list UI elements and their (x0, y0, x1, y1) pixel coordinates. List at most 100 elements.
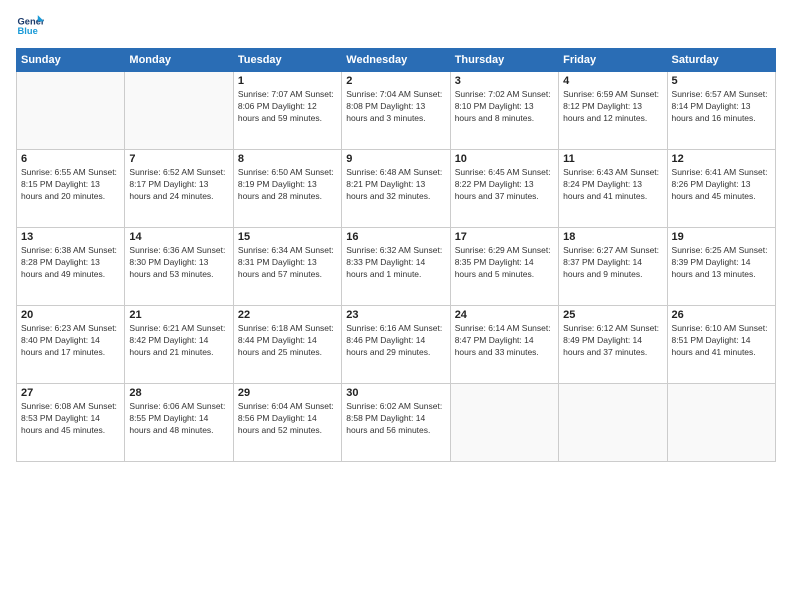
day-info: Sunrise: 6:27 AM Sunset: 8:37 PM Dayligh… (563, 245, 662, 281)
day-info: Sunrise: 6:02 AM Sunset: 8:58 PM Dayligh… (346, 401, 445, 437)
day-number: 8 (238, 153, 337, 165)
svg-text:Blue: Blue (18, 26, 38, 36)
calendar-day-cell: 1Sunrise: 7:07 AM Sunset: 8:06 PM Daylig… (233, 72, 341, 150)
calendar-day-cell: 10 Sunrise: 6:45 AM Sunset: 8:22 PM Dayli… (450, 150, 558, 228)
day-number: 11 (563, 153, 662, 165)
day-info: Sunrise: 6:04 AM Sunset: 8:56 PM Dayligh… (238, 401, 337, 437)
day-number: 15 (238, 231, 337, 243)
day-number: 4 (563, 75, 662, 87)
header: General Blue (16, 12, 776, 40)
day-info: Sunrise: 6:08 AM Sunset: 8:53 PM Dayligh… (21, 401, 120, 437)
calendar-week-row: 1Sunrise: 7:07 AM Sunset: 8:06 PM Daylig… (17, 72, 776, 150)
day-number: 5 (672, 75, 771, 87)
day-info: Sunrise: 6:52 AM Sunset: 8:17 PM Dayligh… (129, 167, 228, 203)
day-info: Sunrise: 6:25 AM Sunset: 8:39 PM Dayligh… (672, 245, 771, 281)
day-info: Sunrise: 6:16 AM Sunset: 8:46 PM Dayligh… (346, 323, 445, 359)
calendar-header-row: SundayMondayTuesdayWednesdayThursdayFrid… (17, 49, 776, 72)
day-info: Sunrise: 7:02 AM Sunset: 8:10 PM Dayligh… (455, 89, 554, 125)
calendar-day-cell: 9Sunrise: 6:48 AM Sunset: 8:21 PM Daylig… (342, 150, 450, 228)
calendar-day-cell (450, 384, 558, 462)
calendar-day-cell: 28 Sunrise: 6:06 AM Sunset: 8:55 PM Dayli… (125, 384, 233, 462)
calendar-day-cell: 5 Sunrise: 6:57 AM Sunset: 8:14 PM Daylig… (667, 72, 775, 150)
calendar-day-cell: 17Sunrise: 6:29 AM Sunset: 8:35 PM Dayli… (450, 228, 558, 306)
calendar-week-row: 13 Sunrise: 6:38 AM Sunset: 8:28 PM Dayli… (17, 228, 776, 306)
logo: General Blue (16, 12, 44, 40)
day-number: 28 (129, 387, 228, 399)
day-number: 16 (346, 231, 445, 243)
calendar-day-header: Thursday (450, 49, 558, 72)
calendar-day-cell: 27 Sunrise: 6:08 AM Sunset: 8:53 PM Dayli… (17, 384, 125, 462)
day-info: Sunrise: 6:36 AM Sunset: 8:30 PM Dayligh… (129, 245, 228, 281)
day-number: 27 (21, 387, 120, 399)
day-info: Sunrise: 6:41 AM Sunset: 8:26 PM Dayligh… (672, 167, 771, 203)
day-info: Sunrise: 6:50 AM Sunset: 8:19 PM Dayligh… (238, 167, 337, 203)
day-number: 6 (21, 153, 120, 165)
day-info: Sunrise: 6:34 AM Sunset: 8:31 PM Dayligh… (238, 245, 337, 281)
calendar-day-cell (125, 72, 233, 150)
day-number: 1 (238, 75, 337, 87)
day-info: Sunrise: 6:32 AM Sunset: 8:33 PM Dayligh… (346, 245, 445, 281)
calendar-week-row: 20 Sunrise: 6:23 AM Sunset: 8:40 PM Dayli… (17, 306, 776, 384)
calendar-day-header: Saturday (667, 49, 775, 72)
calendar-day-cell: 6 Sunrise: 6:55 AM Sunset: 8:15 PM Daylig… (17, 150, 125, 228)
day-number: 30 (346, 387, 445, 399)
calendar-day-header: Monday (125, 49, 233, 72)
day-number: 22 (238, 309, 337, 321)
day-number: 10 (455, 153, 554, 165)
day-number: 29 (238, 387, 337, 399)
calendar-week-row: 6 Sunrise: 6:55 AM Sunset: 8:15 PM Daylig… (17, 150, 776, 228)
calendar-day-cell (667, 384, 775, 462)
day-number: 12 (672, 153, 771, 165)
day-info: Sunrise: 6:21 AM Sunset: 8:42 PM Dayligh… (129, 323, 228, 359)
calendar-day-cell: 21 Sunrise: 6:21 AM Sunset: 8:42 PM Dayli… (125, 306, 233, 384)
calendar-day-cell: 3Sunrise: 7:02 AM Sunset: 8:10 PM Daylig… (450, 72, 558, 150)
day-info: Sunrise: 6:10 AM Sunset: 8:51 PM Dayligh… (672, 323, 771, 359)
day-info: Sunrise: 6:55 AM Sunset: 8:15 PM Dayligh… (21, 167, 120, 203)
calendar-day-header: Wednesday (342, 49, 450, 72)
calendar-day-cell: 23 Sunrise: 6:16 AM Sunset: 8:46 PM Dayli… (342, 306, 450, 384)
day-number: 14 (129, 231, 228, 243)
day-number: 21 (129, 309, 228, 321)
day-info: Sunrise: 6:38 AM Sunset: 8:28 PM Dayligh… (21, 245, 120, 281)
day-number: 7 (129, 153, 228, 165)
day-number: 2 (346, 75, 445, 87)
calendar-day-cell: 19 Sunrise: 6:25 AM Sunset: 8:39 PM Dayli… (667, 228, 775, 306)
calendar-day-cell: 20 Sunrise: 6:23 AM Sunset: 8:40 PM Dayli… (17, 306, 125, 384)
calendar-day-cell: 11 Sunrise: 6:43 AM Sunset: 8:24 PM Dayli… (559, 150, 667, 228)
day-info: Sunrise: 6:45 AM Sunset: 8:22 PM Dayligh… (455, 167, 554, 203)
logo-icon: General Blue (16, 12, 44, 40)
day-info: Sunrise: 6:57 AM Sunset: 8:14 PM Dayligh… (672, 89, 771, 125)
calendar-table: SundayMondayTuesdayWednesdayThursdayFrid… (16, 48, 776, 462)
day-info: Sunrise: 6:12 AM Sunset: 8:49 PM Dayligh… (563, 323, 662, 359)
calendar-day-cell: 14 Sunrise: 6:36 AM Sunset: 8:30 PM Dayli… (125, 228, 233, 306)
day-number: 23 (346, 309, 445, 321)
calendar-day-cell: 25 Sunrise: 6:12 AM Sunset: 8:49 PM Dayli… (559, 306, 667, 384)
calendar-day-cell (559, 384, 667, 462)
calendar-day-cell: 8 Sunrise: 6:50 AM Sunset: 8:19 PM Daylig… (233, 150, 341, 228)
calendar-day-header: Sunday (17, 49, 125, 72)
day-number: 17 (455, 231, 554, 243)
calendar-day-cell: 30 Sunrise: 6:02 AM Sunset: 8:58 PM Dayli… (342, 384, 450, 462)
day-number: 13 (21, 231, 120, 243)
calendar-day-cell: 26 Sunrise: 6:10 AM Sunset: 8:51 PM Dayli… (667, 306, 775, 384)
day-info: Sunrise: 6:06 AM Sunset: 8:55 PM Dayligh… (129, 401, 228, 437)
day-info: Sunrise: 6:48 AM Sunset: 8:21 PM Dayligh… (346, 167, 445, 203)
calendar-day-cell: 12 Sunrise: 6:41 AM Sunset: 8:26 PM Dayli… (667, 150, 775, 228)
calendar-day-cell: 18Sunrise: 6:27 AM Sunset: 8:37 PM Dayli… (559, 228, 667, 306)
day-info: Sunrise: 7:04 AM Sunset: 8:08 PM Dayligh… (346, 89, 445, 125)
day-number: 26 (672, 309, 771, 321)
calendar-day-cell: 4Sunrise: 6:59 AM Sunset: 8:12 PM Daylig… (559, 72, 667, 150)
day-info: Sunrise: 6:18 AM Sunset: 8:44 PM Dayligh… (238, 323, 337, 359)
calendar-day-header: Tuesday (233, 49, 341, 72)
day-number: 25 (563, 309, 662, 321)
calendar-day-cell: 7 Sunrise: 6:52 AM Sunset: 8:17 PM Daylig… (125, 150, 233, 228)
calendar-day-cell: 13 Sunrise: 6:38 AM Sunset: 8:28 PM Dayli… (17, 228, 125, 306)
day-number: 19 (672, 231, 771, 243)
calendar-day-cell: 22 Sunrise: 6:18 AM Sunset: 8:44 PM Dayli… (233, 306, 341, 384)
calendar-day-cell (17, 72, 125, 150)
day-info: Sunrise: 6:43 AM Sunset: 8:24 PM Dayligh… (563, 167, 662, 203)
calendar-day-header: Friday (559, 49, 667, 72)
day-info: Sunrise: 6:23 AM Sunset: 8:40 PM Dayligh… (21, 323, 120, 359)
calendar-day-cell: 24Sunrise: 6:14 AM Sunset: 8:47 PM Dayli… (450, 306, 558, 384)
day-number: 20 (21, 309, 120, 321)
